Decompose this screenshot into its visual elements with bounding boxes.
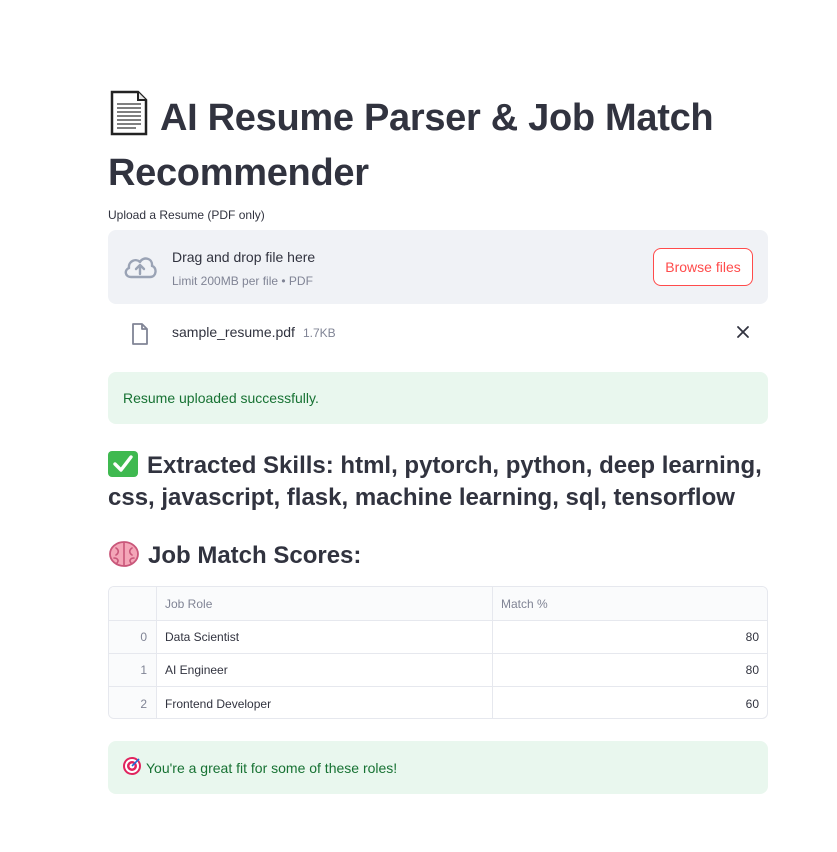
brain-icon (108, 540, 140, 577)
browse-files-button[interactable]: Browse files (653, 248, 753, 286)
file-icon (130, 322, 150, 351)
row-index: 0 (109, 621, 157, 653)
job-role-cell[interactable]: Data Scientist (157, 621, 493, 653)
cloud-upload-icon (122, 253, 158, 286)
column-header-match[interactable]: Match % (493, 587, 767, 620)
column-header-index (109, 587, 157, 620)
match-cell[interactable]: 80 (493, 654, 767, 686)
table-row: 0 Data Scientist 80 (109, 621, 767, 654)
match-cell[interactable]: 60 (493, 687, 767, 718)
row-index: 1 (109, 654, 157, 686)
file-name: sample_resume.pdf (172, 324, 295, 340)
job-match-table[interactable]: Job Role Match % 0 Data Scientist 80 1 A… (108, 586, 768, 719)
job-role-cell[interactable]: Frontend Developer (157, 687, 493, 718)
upload-label: Upload a Resume (PDF only) (108, 208, 265, 222)
check-mark-icon (108, 451, 138, 477)
page-title-text: AI Resume Parser & Job Match Recommender (108, 97, 714, 194)
target-icon (123, 757, 141, 778)
file-name-row: sample_resume.pdf 1.7KB (172, 324, 336, 340)
result-message: You're a great fit for some of these rol… (146, 759, 398, 776)
column-header-job-role[interactable]: Job Role (157, 587, 493, 620)
close-icon[interactable] (734, 323, 752, 346)
skills-heading-text: Extracted Skills: html, pytorch, python,… (108, 452, 762, 511)
row-index: 2 (109, 687, 157, 718)
job-role-cell[interactable]: AI Engineer (157, 654, 493, 686)
table-row: 1 AI Engineer 80 (109, 654, 767, 687)
file-size: 1.7KB (302, 326, 336, 340)
result-success-alert: You're a great fit for some of these rol… (108, 741, 768, 794)
uploaded-file: sample_resume.pdf 1.7KB (108, 316, 768, 352)
upload-success-alert: Resume uploaded successfully. (108, 372, 768, 424)
scores-heading-text: Job Match Scores: (148, 542, 362, 569)
match-cell[interactable]: 80 (493, 621, 767, 653)
upload-success-text: Resume uploaded successfully. (123, 390, 319, 406)
dropzone-limit: Limit 200MB per file • PDF (172, 274, 313, 288)
file-dropzone[interactable]: Drag and drop file here Limit 200MB per … (108, 230, 768, 304)
table-header-row: Job Role Match % (109, 587, 767, 621)
scores-heading: Job Match Scores: (108, 540, 361, 577)
page-title: AI Resume Parser & Job Match Recommender (108, 90, 768, 198)
skills-heading: Extracted Skills: html, pytorch, python,… (108, 450, 768, 514)
document-icon (108, 90, 150, 149)
dropzone-title: Drag and drop file here (172, 249, 316, 265)
table-row: 2 Frontend Developer 60 (109, 687, 767, 718)
